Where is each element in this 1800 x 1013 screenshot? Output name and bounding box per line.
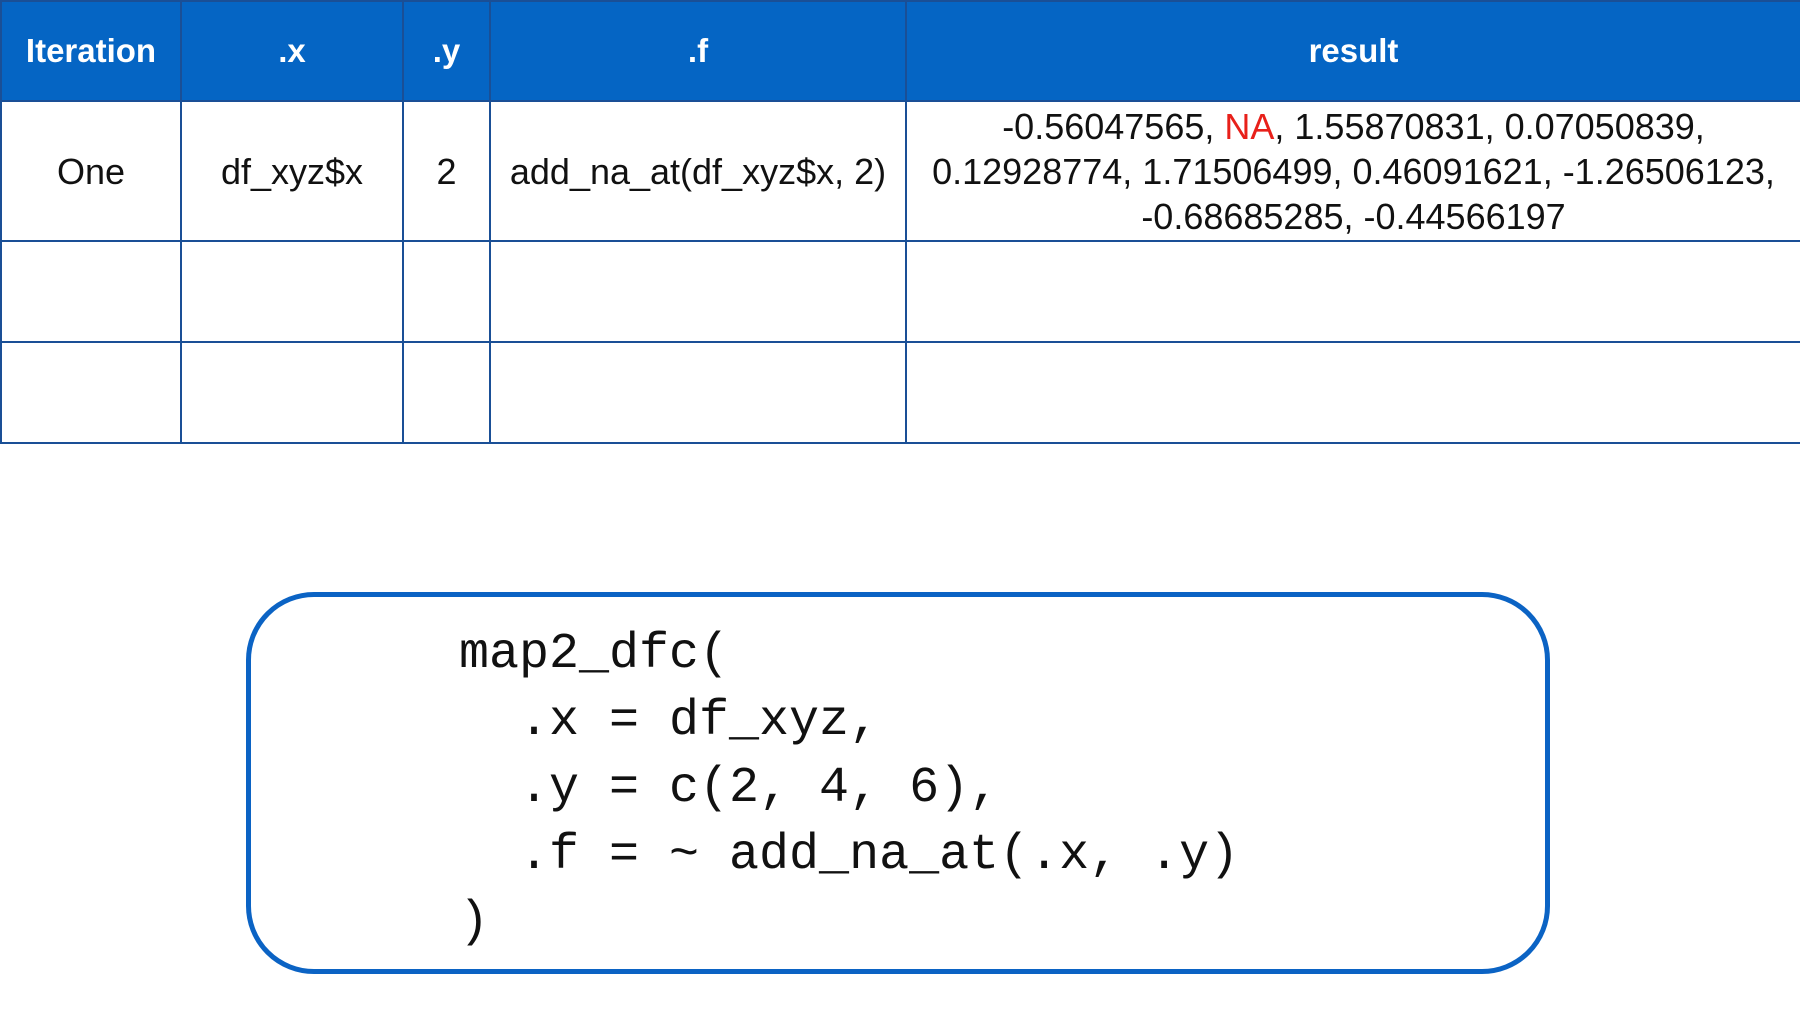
cell-iteration (0, 240, 182, 343)
table-row (0, 240, 1800, 343)
code-text: map2_dfc( .x = df_xyz, .y = c(2, 4, 6), … (459, 621, 1239, 956)
header-x: .x (180, 0, 404, 102)
cell-f: add_na_at(df_xyz$x, 2) (489, 100, 907, 242)
cell-x: df_xyz$x (180, 100, 404, 242)
result-values-2-4: , 1.55870831, 0.07050839, (1274, 105, 1705, 147)
code-block: map2_dfc( .x = df_xyz, .y = c(2, 4, 6), … (246, 592, 1550, 974)
table-row: One df_xyz$x 2 add_na_at(df_xyz$x, 2) -0… (0, 100, 1800, 242)
table-row (0, 341, 1800, 444)
result-value-1: -0.56047565, (1002, 105, 1225, 147)
cell-result (905, 240, 1800, 343)
header-iteration: Iteration (0, 0, 182, 102)
result-line-3: -0.68685285, -0.44566197 (1141, 195, 1566, 237)
cell-result (905, 341, 1800, 444)
na-value: NA (1224, 105, 1275, 147)
cell-y: 2 (402, 100, 491, 242)
cell-iteration: One (0, 100, 182, 242)
header-result: result (905, 0, 1800, 102)
cell-f (489, 341, 907, 444)
result-line-1: -0.56047565, NA, 1.55870831, 0.07050839, (1002, 106, 1705, 147)
code-line: .y = c(2, 4, 6), (459, 760, 1000, 817)
cell-f (489, 240, 907, 343)
cell-x (180, 341, 404, 444)
code-line: .x = df_xyz, (459, 693, 880, 750)
code-line: .f = ~ add_na_at(.x, .y) (459, 827, 1240, 884)
header-row: Iteration .x .y .f result (0, 0, 1800, 102)
cell-x (180, 240, 404, 343)
cell-result: -0.56047565, NA, 1.55870831, 0.07050839,… (905, 100, 1800, 242)
header-y: .y (402, 0, 491, 102)
cell-iteration (0, 341, 182, 444)
code-line: map2_dfc( (459, 626, 730, 683)
cell-y (402, 240, 491, 343)
header-f: .f (489, 0, 907, 102)
iteration-table: Iteration .x .y .f result One df_xyz$x 2… (0, 0, 1800, 444)
code-line: ) (459, 894, 490, 951)
cell-y (402, 341, 491, 444)
result-line-2: 0.12928774, 1.71506499, 0.46091621, -1.2… (932, 150, 1775, 192)
